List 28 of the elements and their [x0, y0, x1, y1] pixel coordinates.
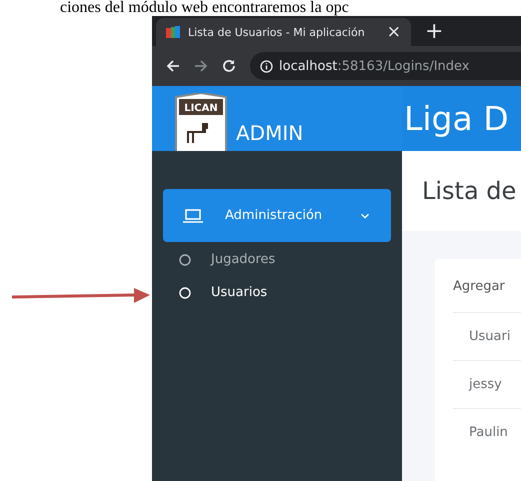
new-tab-button[interactable]: + — [425, 18, 444, 46]
app-icon — [166, 26, 180, 38]
address-bar[interactable]: localhost:58163/Logins/Index — [250, 52, 521, 80]
circle-icon — [179, 286, 191, 298]
menu-label: Administración — [225, 208, 324, 223]
laptop-icon — [183, 208, 203, 222]
table-cell: Paulin — [453, 408, 521, 456]
submenu-item[interactable]: Jugadores — [179, 252, 391, 267]
submenu-item[interactable]: Usuarios — [179, 285, 391, 300]
menu-item[interactable]: Administración — [163, 189, 391, 242]
page-title: Lista de — [422, 177, 516, 205]
table-cell: jessy — [453, 360, 521, 408]
forward-icon[interactable] — [194, 59, 208, 73]
header-title: Liga D — [404, 99, 509, 138]
info-icon — [260, 60, 273, 72]
add-link[interactable]: Agregar — [453, 259, 521, 312]
circle-icon — [179, 254, 191, 266]
table-cell: Usuari — [453, 312, 521, 360]
reload-icon[interactable] — [222, 59, 236, 73]
shield-logo: LICAN — [174, 93, 228, 151]
back-icon[interactable] — [166, 59, 180, 73]
arrow-icon — [12, 288, 150, 304]
browser-tab[interactable]: Lista de Usuarios - Mi aplicación × — [156, 18, 411, 46]
brand-title: ADMIN — [236, 121, 304, 145]
close-button[interactable]: × — [386, 22, 401, 42]
document-text: ciones del módulo web encontraremos la opc — [60, 0, 350, 16]
url-text: localhost:58163/Logins/Index — [279, 58, 470, 74]
tab-title: Lista de Usuarios - Mi aplicación — [188, 26, 366, 38]
